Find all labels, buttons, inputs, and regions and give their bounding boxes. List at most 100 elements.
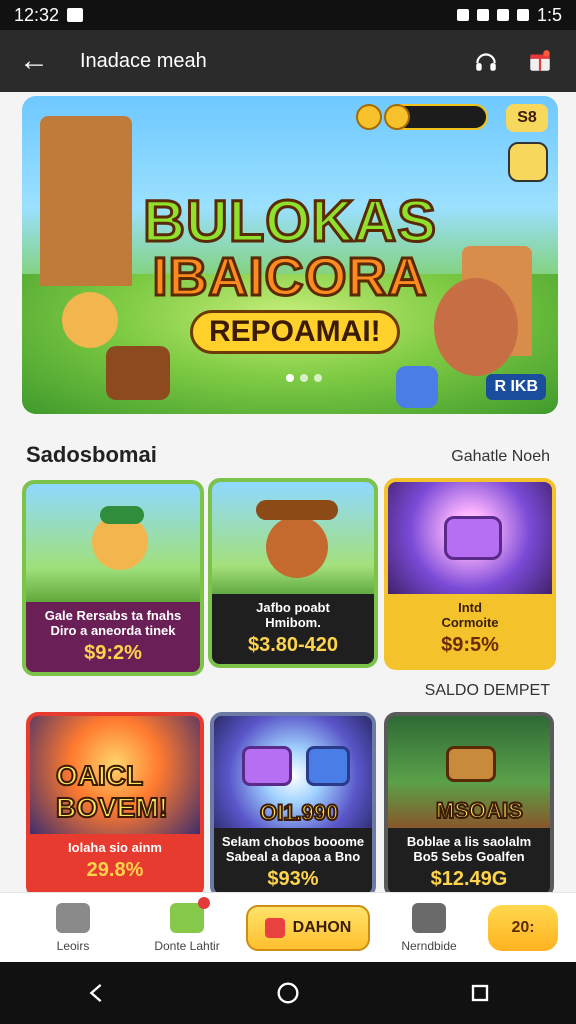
- card-art: [388, 482, 552, 602]
- card-art: OI1.990: [214, 716, 372, 836]
- card-art-text: OAICL BOVEM!: [55, 759, 169, 824]
- coin-icon: [356, 104, 382, 130]
- card-price: 29.8%: [86, 859, 144, 881]
- promo-label: 20:: [511, 918, 535, 936]
- card-price: $12.49G: [430, 868, 508, 890]
- card-line-2: Diro a aneorda tinek: [50, 623, 176, 638]
- triangle-back-icon: [89, 983, 102, 1003]
- carousel-dots[interactable]: [286, 374, 322, 382]
- headphones-icon: [476, 53, 496, 71]
- carousel-dot[interactable]: [314, 374, 322, 382]
- banner-pill-label: REPOAMAI!: [209, 315, 381, 348]
- headphones-button[interactable]: [466, 41, 506, 81]
- recent-system-button[interactable]: [456, 969, 504, 1017]
- app-bar: ← Inadace meah: [0, 30, 576, 92]
- card-line-2: Bo5 Sebs Goalfen: [413, 849, 525, 864]
- bear-character: [62, 292, 118, 348]
- nav-label: Nerndbide: [401, 938, 457, 953]
- game-card[interactable]: OI1.990 Selam chobos booome Sabeal a dap…: [210, 712, 376, 898]
- card-line-1: Boblae a lis saolalm: [406, 834, 532, 849]
- nav-item-cart[interactable]: Donte Lahtir: [132, 896, 242, 953]
- card-line-2: Sabeal a dapoa a Bno: [225, 849, 361, 864]
- box-icon: [412, 902, 446, 933]
- banner-headline-1: BULOKAS: [142, 188, 438, 256]
- card-line-2: Cormoite: [441, 615, 499, 630]
- card-price: $93%: [267, 868, 319, 890]
- card-line-1: Iolaha sio ainm: [68, 840, 162, 855]
- section-link[interactable]: Gahatle Noeh: [451, 448, 550, 466]
- carousel-dot-active[interactable]: [286, 374, 294, 382]
- status-left: 12:32: [14, 5, 84, 26]
- nav-label: Leoirs: [56, 938, 90, 953]
- card-art-text: OI1.990: [259, 799, 339, 826]
- signal-icon: [496, 9, 509, 21]
- nav-cta-label: DAHON: [292, 918, 352, 936]
- game-card[interactable]: OAICL BOVEM! Iolaha sio ainm 29.8%: [26, 712, 204, 898]
- shop-icon[interactable]: [508, 142, 548, 182]
- battery-text: 1:5: [536, 4, 562, 25]
- card-meta: Gale Rersabs ta fnahs Diro a aneorda tin…: [26, 602, 200, 672]
- treasure-chest: [106, 346, 170, 400]
- card-price: $9:5%: [441, 634, 499, 656]
- banner-pill[interactable]: REPOAMAI!: [190, 310, 400, 354]
- nav-item-box[interactable]: Nerndbide: [374, 902, 484, 953]
- bottom-navigation: Leoirs Donte Lahtir DAHON Nerndbide 20:: [0, 892, 576, 962]
- card-art: [26, 484, 200, 604]
- card-line-1: Intd: [458, 600, 482, 615]
- game-card[interactable]: Intd Cormoite $9:5%: [384, 478, 556, 670]
- gift-icon: [530, 50, 550, 71]
- card-line-1: Gale Rersabs ta fnahs: [44, 608, 182, 623]
- mystery-box-icon: [444, 516, 502, 560]
- card-art: OAICL BOVEM!: [30, 716, 200, 836]
- app-title: Inadace meah: [80, 49, 207, 72]
- status-right: 1:5: [456, 4, 562, 26]
- card-line-1: Selam chobos booome: [221, 834, 365, 849]
- house-box-icon: [306, 746, 350, 786]
- message-icon: [67, 8, 84, 22]
- card-meta: Iolaha sio ainm 29.8%: [30, 834, 200, 894]
- battery-icon: [516, 9, 529, 21]
- nav-label: Donte Lahtir: [154, 938, 220, 953]
- nav-item-home[interactable]: Leoirs: [18, 902, 128, 953]
- card-line-2: Hmibom.: [265, 615, 321, 630]
- card-art-text: MSOAIS: [435, 797, 524, 824]
- character-icon: [266, 516, 328, 578]
- bluetooth-icon: [456, 9, 469, 21]
- card-meta: Boblae a lis saolalm Bo5 Sebs Goalfen $1…: [388, 828, 550, 894]
- card-price: $3.80-420: [247, 634, 339, 656]
- gift-button[interactable]: [520, 41, 560, 81]
- game-card[interactable]: Gale Rersabs ta fnahs Diro a aneorda tin…: [22, 480, 204, 676]
- card-line-1: Jafbo poabt: [256, 600, 330, 615]
- system-navigation: [0, 962, 576, 1024]
- card-meta: Selam chobos booome Sabeal a dapoa a Bno…: [214, 828, 372, 894]
- back-button[interactable]: ←: [16, 43, 52, 79]
- nav-cta-button[interactable]: DAHON: [246, 904, 370, 951]
- bear-character-right: [434, 278, 518, 376]
- home-system-button[interactable]: [264, 969, 312, 1017]
- card-art: [212, 482, 374, 602]
- promo-button[interactable]: 20:: [488, 904, 558, 951]
- section-title: Sadosbomai: [26, 442, 157, 467]
- circle-home-icon: [277, 982, 299, 1004]
- home-icon: [56, 902, 90, 933]
- status-bar: 12:32 1:5: [0, 0, 576, 30]
- wifi-icon: [476, 9, 489, 21]
- carousel-dot[interactable]: [300, 374, 308, 382]
- card-meta: Jafbo poabt Hmibom. $3.80-420: [212, 594, 374, 664]
- tag-icon: [264, 917, 285, 938]
- card-art: MSOAIS: [388, 716, 550, 836]
- cowboy-hat-icon: [256, 500, 338, 520]
- cart-icon: [170, 896, 210, 933]
- game-card[interactable]: Jafbo poabt Hmibom. $3.80-420: [208, 478, 378, 668]
- coin-icon: [384, 104, 410, 130]
- currency-chip: S8: [506, 104, 548, 132]
- square-recent-icon: [471, 984, 489, 1002]
- chest-icon: [446, 746, 496, 782]
- box-icon: [242, 746, 292, 786]
- dice-icon: [396, 366, 438, 408]
- back-system-button[interactable]: [72, 969, 120, 1017]
- section-title-2: SALDO DEMPET: [424, 682, 550, 699]
- game-card[interactable]: MSOAIS Boblae a lis saolalm Bo5 Sebs Goa…: [384, 712, 554, 898]
- banner-badge: R IKB: [486, 374, 546, 400]
- hero-banner[interactable]: S8 BULOKAS IBAICORA REPOAMAI! R IKB: [22, 96, 558, 414]
